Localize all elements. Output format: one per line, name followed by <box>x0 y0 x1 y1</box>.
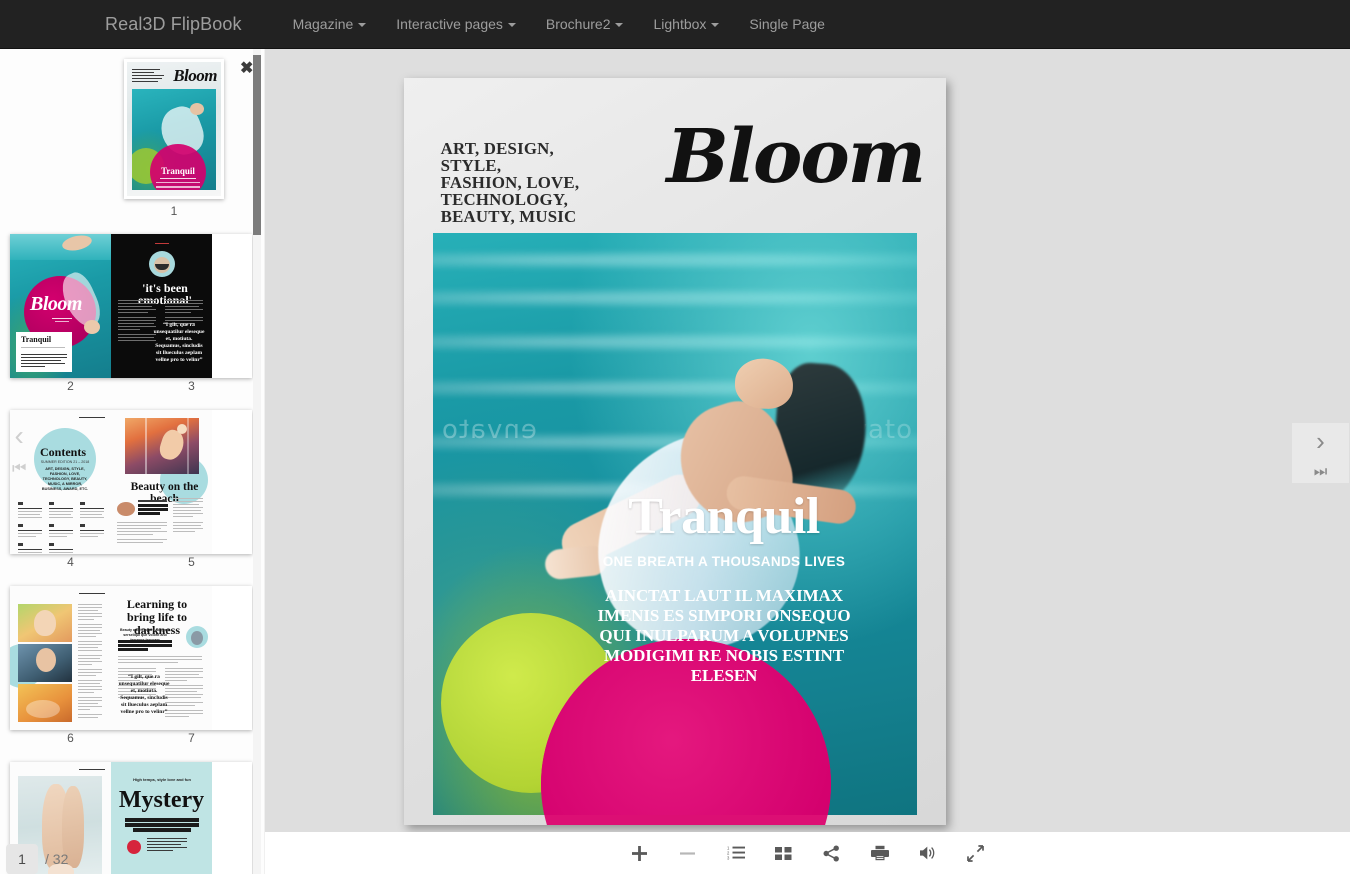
fullscreen-icon[interactable] <box>961 838 991 868</box>
close-icon[interactable]: ✖ <box>240 61 253 77</box>
thumbnail-title: Tranquil <box>150 166 206 176</box>
nav-item-label: Interactive pages <box>396 16 503 32</box>
thumbnail-list[interactable]: Bloom Tranquil <box>0 49 252 874</box>
prev-page-controls: ‹ ⏮ <box>12 422 26 477</box>
thumbnail-page-numbers: 6 7 <box>10 730 252 746</box>
next-page-button[interactable]: › <box>1316 428 1325 454</box>
thumbnail-page-numbers: 2 3 <box>10 378 252 394</box>
nav-item-label: Lightbox <box>653 16 706 32</box>
sidebar-scrollbar-thumb[interactable] <box>253 55 261 235</box>
cover-subtitle: ONE BREATH A THOUSANDS LIVES <box>514 554 934 569</box>
sound-icon[interactable] <box>913 838 943 868</box>
thumbnails-icon[interactable] <box>769 838 799 868</box>
page-total-label: / 32 <box>45 851 68 867</box>
thumbnail-title: Mystery <box>111 788 212 812</box>
thumbnail-page-number: 2 <box>10 378 131 394</box>
nav-item-label: Brochure2 <box>546 16 611 32</box>
thumbnail-title: Bloom <box>30 294 82 314</box>
thumbnail-title: Bloom <box>173 67 217 84</box>
svg-text:3: 3 <box>727 856 730 861</box>
thumbnail-item[interactable]: Learning to bring life to darkness Beaut… <box>0 586 252 746</box>
thumbnail-image[interactable]: Contents SUMMER EDITION 21 – 2018 ART, D… <box>10 410 252 554</box>
flipbook-stage: Bloom Tranquil <box>0 49 1350 874</box>
page-counter: / 32 <box>6 844 68 874</box>
last-page-button[interactable]: ⏭ <box>1314 464 1328 479</box>
nav-item-brochure2[interactable]: Brochure2 <box>531 16 639 32</box>
chevron-down-icon <box>711 23 719 27</box>
nav-item-interactive-pages[interactable]: Interactive pages <box>381 16 531 32</box>
nav-item-label: Magazine <box>293 16 354 32</box>
cover-logo: Bloom <box>666 120 924 194</box>
outline-icon[interactable]: 1 2 3 <box>721 838 751 868</box>
thumbnail-title: Contents <box>40 446 86 458</box>
cover-tagline: ART, DESIGN, STYLE, FASHION, LOVE, TECHN… <box>441 140 580 225</box>
thumbnail-page-number: 3 <box>131 378 252 394</box>
next-page-controls[interactable]: › ⏭ <box>1292 423 1349 483</box>
thumbnail-image[interactable]: Learning to bring life to darkness Beaut… <box>10 586 252 730</box>
nav-item-label: Single Page <box>749 16 825 32</box>
flipbook-page-cover[interactable]: ART, DESIGN, STYLE, FASHION, LOVE, TECHN… <box>404 78 946 825</box>
watermark-text: envato <box>441 415 537 445</box>
thumbnail-item[interactable]: Bloom Tranquil <box>0 234 252 394</box>
zoom-in-icon[interactable] <box>625 838 655 868</box>
thumbnail-page-number: 6 <box>10 730 131 746</box>
cover-title: Tranquil <box>514 490 934 544</box>
page-number-input[interactable] <box>6 844 38 874</box>
prev-page-button[interactable]: ‹ <box>15 422 24 450</box>
thumbnail-subtitle: SUMMER EDITION 21 – 2018 <box>40 460 90 465</box>
first-page-button[interactable]: ⏮ <box>12 461 26 477</box>
thumbnail-sidebar: Bloom Tranquil <box>0 49 265 874</box>
chevron-down-icon <box>615 23 623 27</box>
thumbnail-quote: “I gilt, que ra unsequatilur eleseque et… <box>118 674 170 716</box>
chevron-down-icon <box>358 23 366 27</box>
brand-logo[interactable]: Real3D FlipBook <box>105 14 242 35</box>
share-icon[interactable] <box>817 838 847 868</box>
thumbnail-page-numbers: 4 5 <box>10 554 252 570</box>
thumbnail-page-number: 7 <box>131 730 252 746</box>
thumbnail-title: Tranquil <box>21 336 51 344</box>
navbar-menu: Magazine Interactive pages Brochure2 Lig… <box>278 16 840 32</box>
flipbook-viewer[interactable]: ART, DESIGN, STYLE, FASHION, LOVE, TECHN… <box>265 49 1350 832</box>
thumbnail-page-number: 5 <box>131 554 252 570</box>
thumbnail-quote: “I gilt, que ra unsequatilur eleseque et… <box>153 322 205 364</box>
nav-item-lightbox[interactable]: Lightbox <box>638 16 734 32</box>
thumbnail-page-number: 4 <box>10 554 131 570</box>
top-navbar: Real3D FlipBook Magazine Interactive pag… <box>0 0 1350 49</box>
nav-item-magazine[interactable]: Magazine <box>278 16 382 32</box>
bottom-toolbar: 1 2 3 <box>265 832 1350 874</box>
thumbnail-image[interactable]: Bloom Tranquil <box>10 234 252 378</box>
nav-item-single-page[interactable]: Single Page <box>734 16 840 32</box>
cover-body-text: AINCTAT LAUT IL MAXIMAX IMENIS ES SIMPOR… <box>514 586 934 686</box>
thumbnail-body: ART, DESIGN, STYLE, FASHION, LOVE, TECHN… <box>40 467 90 492</box>
thumbnail-item[interactable]: Bloom Tranquil <box>0 59 252 218</box>
thumbnail-image[interactable]: Bloom Tranquil <box>124 59 224 199</box>
chevron-down-icon <box>508 23 516 27</box>
zoom-out-icon[interactable] <box>673 838 703 868</box>
cover-text-block: Tranquil ONE BREATH A THOUSANDS LIVES AI… <box>514 490 934 686</box>
cover-header: ART, DESIGN, STYLE, FASHION, LOVE, TECHN… <box>404 78 946 233</box>
print-icon[interactable] <box>865 838 895 868</box>
thumbnail-item[interactable]: Contents SUMMER EDITION 21 – 2018 ART, D… <box>0 410 252 570</box>
thumbnail-page-number: 1 <box>96 204 252 218</box>
head-shape <box>734 358 794 410</box>
